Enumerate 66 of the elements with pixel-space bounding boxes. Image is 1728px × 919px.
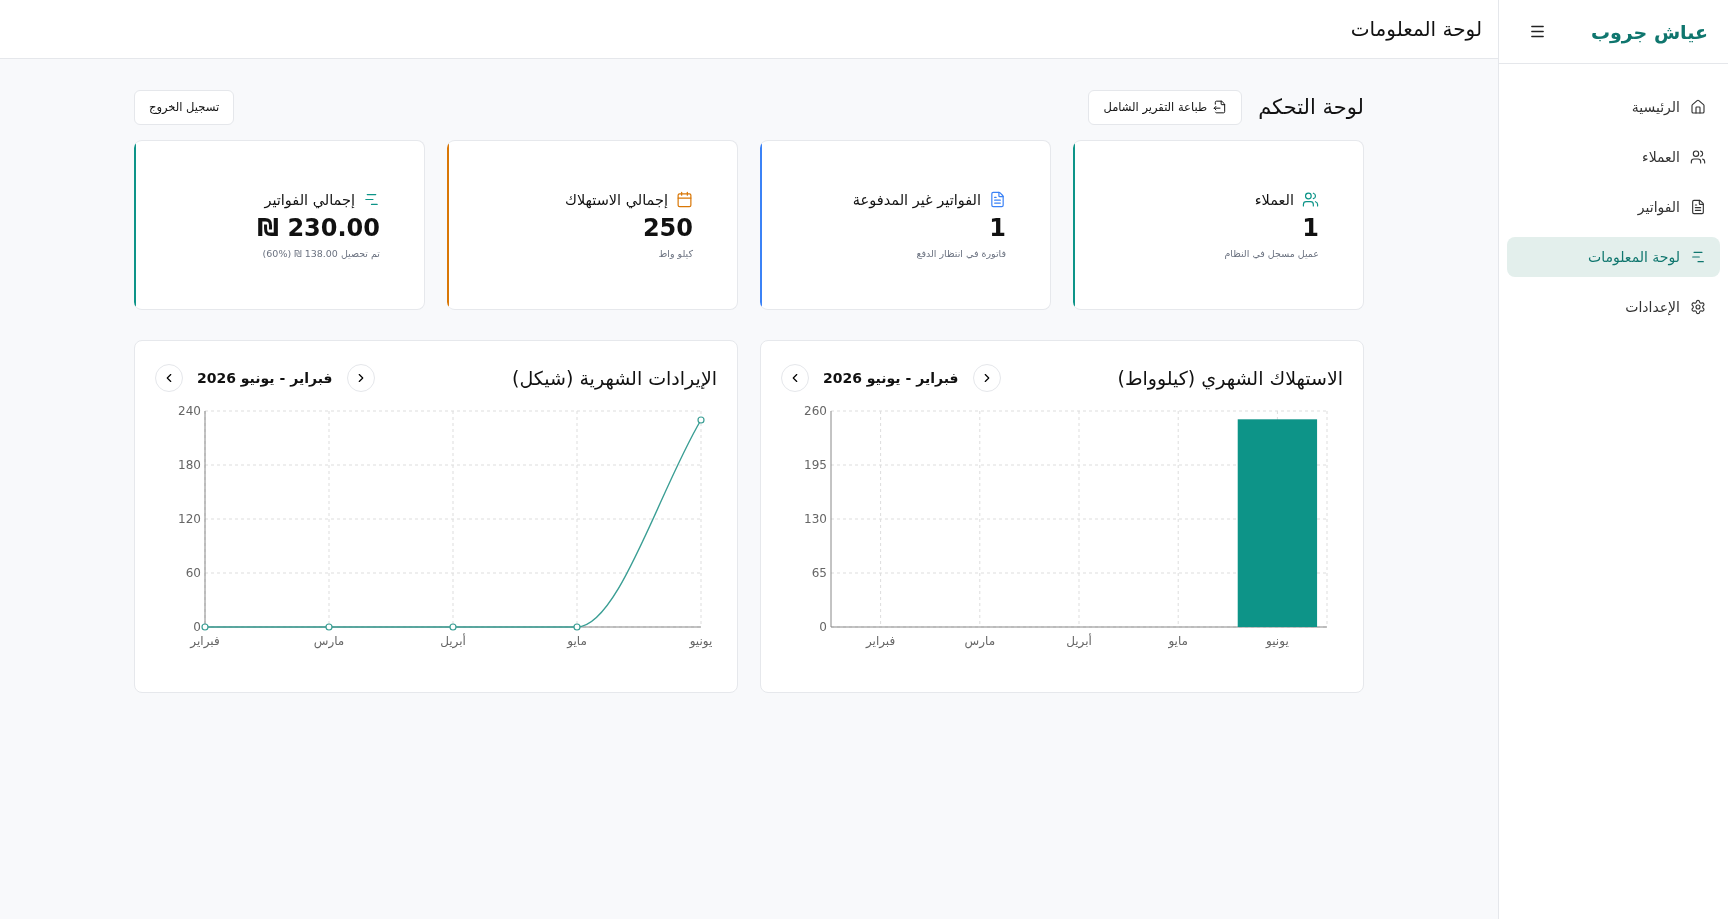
users-icon xyxy=(1302,191,1319,208)
nav-item[interactable]: الإعدادات xyxy=(1507,287,1720,327)
export-icon xyxy=(1213,100,1228,114)
axis-label: 195 xyxy=(804,458,827,472)
axis-label: مارس xyxy=(964,634,996,648)
menu-icon[interactable] xyxy=(1529,23,1546,40)
axis-label: مارس xyxy=(313,634,345,648)
chart-title: الإيرادات الشهرية (شيكل) xyxy=(512,367,717,389)
data-point xyxy=(573,623,581,631)
document-icon xyxy=(989,191,1006,208)
stat-value: 1 xyxy=(988,214,1006,242)
axis-label: 120 xyxy=(178,512,201,526)
data-point xyxy=(449,623,457,631)
axis-label: فبراير xyxy=(190,634,220,648)
axis-label: 130 xyxy=(804,512,827,526)
header-title: لوحة المعلومات xyxy=(1350,17,1482,41)
data-point xyxy=(325,623,333,631)
home-icon xyxy=(1690,99,1706,115)
print-report-button[interactable]: طباعة التقرير الشامل xyxy=(1088,89,1243,125)
stat-title: إجمالي الفواتير xyxy=(264,191,355,208)
nav-item[interactable]: لوحة المعلومات xyxy=(1507,237,1720,277)
previous-button[interactable] xyxy=(155,364,183,392)
axis-label: مايو xyxy=(1168,634,1188,648)
axis-label: 0 xyxy=(193,620,201,634)
page-title: لوحة التحكم xyxy=(1258,95,1364,119)
axis-label: فبراير xyxy=(865,634,896,648)
axis-label: أبريل xyxy=(1066,634,1092,648)
axis-label: 180 xyxy=(178,458,201,472)
chart-title: الاستهلاك الشهري (كيلوواط) xyxy=(1117,367,1343,389)
next-button[interactable] xyxy=(972,364,1001,392)
stat-note: تم تحصيل 138.00 ₪ (%60) xyxy=(261,248,380,259)
chart-icon xyxy=(1690,249,1706,265)
axis-label: 65 xyxy=(811,566,827,580)
logout-button[interactable]: تسجيل الخروج xyxy=(134,89,235,125)
stat-note: كيلو واط xyxy=(657,248,693,259)
axis-label: أبريل xyxy=(440,634,466,648)
stat-value: 250 xyxy=(641,214,693,242)
axis-label: 240 xyxy=(178,404,201,418)
document-icon xyxy=(1690,199,1706,215)
users-icon xyxy=(1690,149,1706,165)
brand-name: عياش جروب xyxy=(1590,20,1708,43)
next-button[interactable] xyxy=(346,364,375,392)
axis-label: مايو xyxy=(567,634,587,648)
stat-note: عميل مسجل في النظام xyxy=(1223,248,1319,259)
nav-item[interactable]: العملاء xyxy=(1507,137,1720,177)
stat-value: 1 xyxy=(1301,214,1319,242)
axis-label: 0 xyxy=(819,620,827,634)
chart-icon xyxy=(363,191,380,208)
previous-button[interactable] xyxy=(781,364,809,392)
axis-label: يونيو xyxy=(1266,634,1289,648)
date-range: فبراير - يونيو 2026 xyxy=(197,370,333,386)
calendar-icon xyxy=(676,191,693,208)
date-range: فبراير - يونيو 2026 xyxy=(823,370,959,386)
nav-item[interactable]: الرئيسية xyxy=(1507,87,1720,127)
data-point xyxy=(697,416,705,424)
stat-note: فاتورة في انتظار الدفع xyxy=(915,248,1006,259)
axis-label: 60 xyxy=(185,566,201,580)
stat-value: 230.00 ₪ xyxy=(256,214,380,242)
axis-label: 260 xyxy=(804,404,827,418)
stat-title: إجمالي الاستهلاك xyxy=(565,191,668,208)
data-point xyxy=(201,623,209,631)
stat-title: الفواتير غير المدفوعة xyxy=(852,191,981,208)
nav-item[interactable]: الفواتير xyxy=(1507,187,1720,227)
axis-label: يونيو xyxy=(689,634,713,648)
stat-title: العملاء xyxy=(1254,191,1294,208)
settings-icon xyxy=(1690,299,1706,315)
